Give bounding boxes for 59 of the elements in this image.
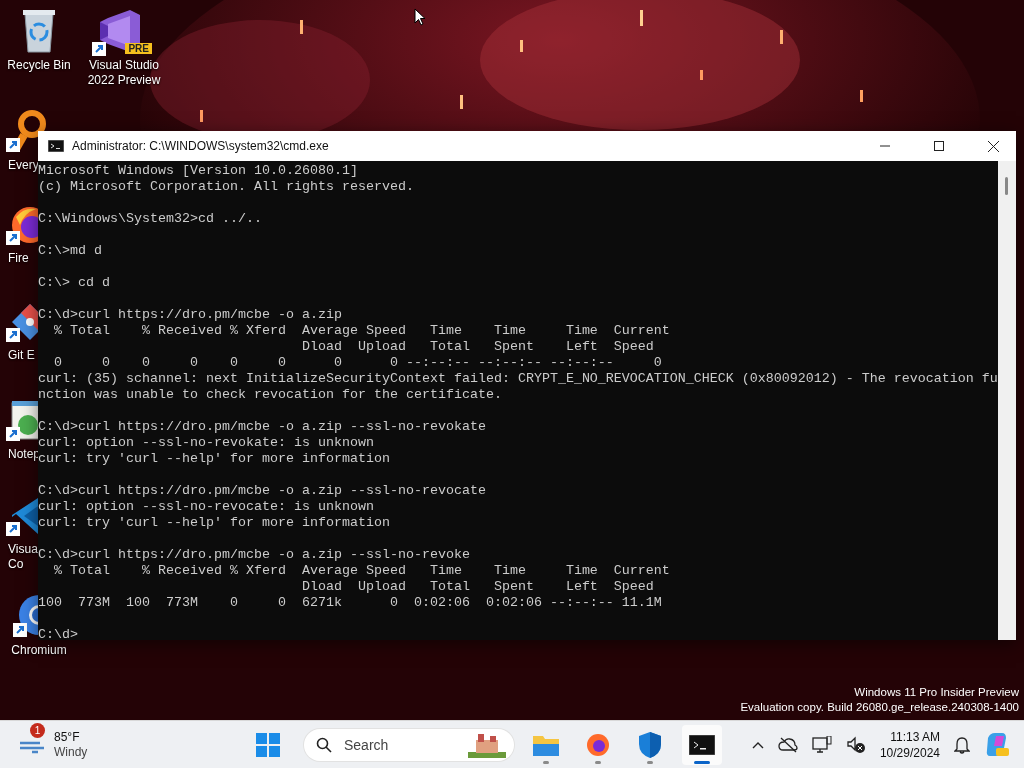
desktop-icon-label: Recycle Bin xyxy=(6,58,72,73)
preview-badge: PRE xyxy=(125,43,152,54)
weather-condition: Windy xyxy=(54,744,88,760)
console-line: C:\Windows\System32>cd ../.. xyxy=(38,211,263,227)
scrollbar-thumb[interactable] xyxy=(1005,177,1008,195)
console-line: curl: option --ssl-no-revocate: is unknown xyxy=(38,499,375,515)
maximize-icon xyxy=(934,141,944,151)
console-app-icon xyxy=(48,140,64,152)
console-line: C:\d>curl https://dro.pm/mcbe -o a.zip --ssl-no-revokate xyxy=(38,419,487,435)
search-icon xyxy=(316,736,332,753)
shield-icon xyxy=(639,731,661,758)
console-line: nction was unable to check revocation for the certificate. xyxy=(38,387,503,403)
console-line: (c) Microsoft Corporation. All rights reserved. xyxy=(38,179,415,195)
clock-time: 11:13 AM xyxy=(890,728,940,745)
console-line: curl: option --ssl-no-revokate: is unknown xyxy=(38,435,375,451)
notification-badge: 1 xyxy=(30,722,45,738)
taskbar-app-button[interactable] xyxy=(682,724,722,765)
search-bar[interactable]: Search xyxy=(304,728,514,761)
watermark-text: Evaluation copy. Build 26080.ge_release.240308-1400 xyxy=(740,700,1019,715)
desktop-icon-label: Git E xyxy=(8,348,35,363)
console-line: curl: (35) schannel: next InitializeSecurityContext failed: CRYPT_E_NO_REVOCATION_CHECK (0x80092012) - The revocation fu xyxy=(38,371,998,387)
desktop-icon-label: Fire xyxy=(8,251,29,266)
castle-icon xyxy=(466,731,508,758)
watermark-text: Windows 11 Pro Insider Preview xyxy=(854,685,1019,700)
console-line: C:\d>curl https://dro.pm/mcbe -o a.zip xyxy=(38,307,343,323)
console-line: curl: try 'curl --help' for more information xyxy=(38,451,391,467)
copilot-icon[interactable] xyxy=(984,731,1010,758)
weather-temperature: 85°F xyxy=(54,729,81,745)
terminal-icon xyxy=(689,734,715,755)
console-line: Microsoft Windows [Version 10.0.26080.1] xyxy=(38,163,359,179)
console-line: C:\> cd d xyxy=(38,275,111,291)
cursor-icon xyxy=(414,8,426,26)
console-line: Dload Upload Total Spent Left Speed xyxy=(300,579,655,595)
console-line: Dload Upload Total Spent Left Speed xyxy=(300,339,655,355)
monitor-icon[interactable] xyxy=(811,735,832,754)
clock[interactable]: 11:13 AM 10/29/2024 xyxy=(879,728,940,761)
console-line: % Total % Received % Xferd Average Speed Time Time Time Current xyxy=(53,323,671,339)
window-title: Administrator: C:\WINDOWS\system32\cmd.exe xyxy=(72,139,329,153)
bell-icon[interactable] xyxy=(954,735,970,754)
desktop-icon-label: Visual Studio 2022 Preview xyxy=(86,58,162,88)
close-icon xyxy=(987,140,999,152)
console-line: C:\d> xyxy=(38,627,79,640)
console-line: 0 0 0 0 0 0 0 0 --:--:-- --:--:-- --:--:-- 0 xyxy=(53,355,663,371)
console-line: 100 773M 100 773M 0 0 6271k 0 0:02:06 0:02:06 --:--:-- 11.1M xyxy=(38,595,663,611)
console-line: curl: try 'curl --help' for more information xyxy=(38,515,391,531)
folder-icon xyxy=(533,733,559,756)
chevron-up-icon[interactable] xyxy=(751,740,764,749)
cloud-off-icon[interactable] xyxy=(777,736,798,753)
fox-globe-icon xyxy=(586,732,610,757)
console-line: C:\>md d xyxy=(38,243,103,259)
speaker-muted-icon[interactable] xyxy=(845,735,866,754)
desktop-icon-label: Chromium xyxy=(11,643,67,658)
desktop-icon-label: Every xyxy=(8,158,39,172)
search-field[interactable]: Search xyxy=(342,735,456,754)
console-line: % Total % Received % Xferd Average Speed Time Time Time Current xyxy=(53,563,671,579)
scrollbar[interactable] xyxy=(998,161,1016,640)
console-line: C:\d>curl https://dro.pm/mcbe -o a.zip --ssl-no-revocate xyxy=(38,483,487,499)
clock-date: 10/29/2024 xyxy=(879,744,940,761)
windows-start-icon[interactable] xyxy=(256,732,280,757)
